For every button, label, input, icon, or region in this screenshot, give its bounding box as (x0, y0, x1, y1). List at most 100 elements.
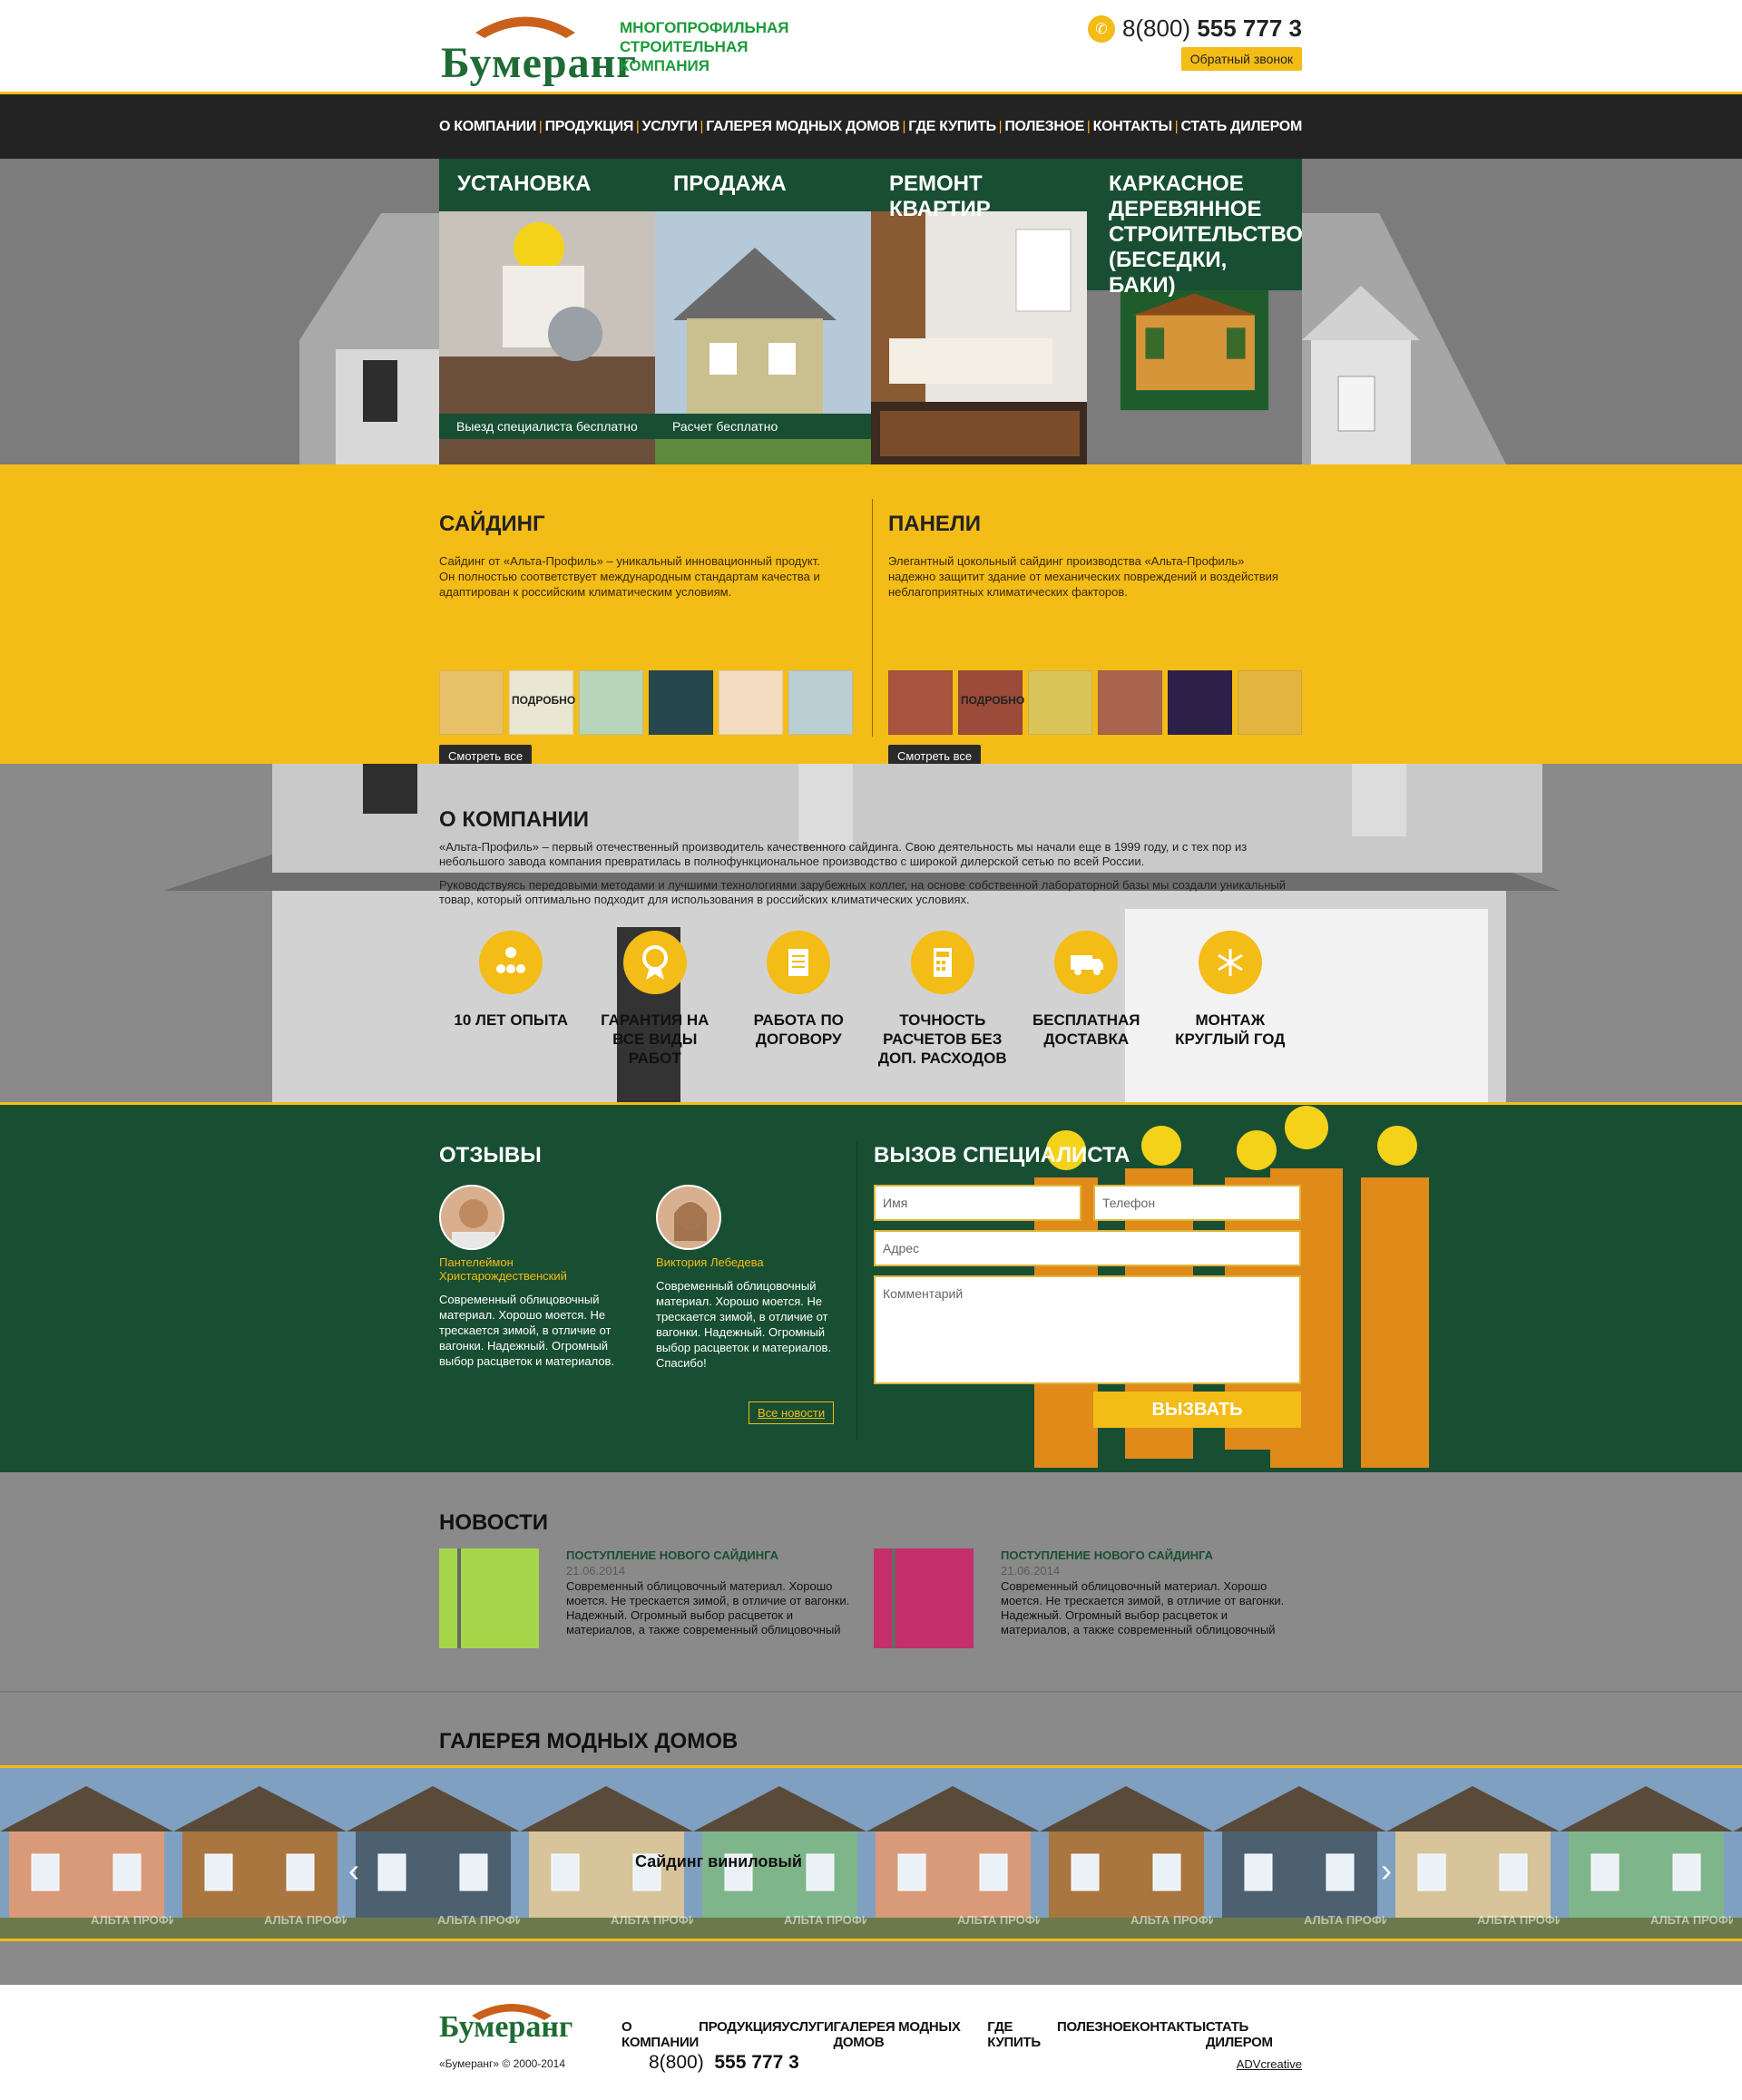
color-swatch[interactable] (888, 670, 953, 735)
gallery-image[interactable]: Альта Профиль (0, 1768, 194, 1939)
footer-nav-item[interactable]: Полезное (1057, 2019, 1131, 2050)
panels-title: Панели (888, 512, 982, 536)
nav-item[interactable]: Контакты (1093, 119, 1173, 135)
gallery-next-arrow-icon[interactable]: › (1368, 1851, 1404, 1890)
phone-number[interactable]: 8(800) 555 777 3 (1122, 15, 1302, 43)
panels-text: Элегантный цокольный сайдинг производств… (888, 554, 1278, 599)
service-tile-sale[interactable]: Продажа Расчет бесплатно (655, 159, 871, 464)
color-swatch[interactable] (1168, 670, 1232, 735)
gallery-image[interactable]: Альта Профиль (173, 1768, 367, 1939)
nav-item[interactable]: Услуги (642, 119, 698, 135)
siding-text: Сайдинг от «Альта-Профиль» – уникальный … (439, 554, 820, 599)
nav-separator: | (1174, 119, 1179, 134)
news-headline[interactable]: Поступление нового сайдинга (566, 1548, 856, 1562)
footer-nav-item[interactable]: Услуги (781, 2019, 833, 2050)
review-text: Современный облицовочный материал. Хорош… (439, 1293, 615, 1368)
all-news-link[interactable]: Все новости (749, 1402, 835, 1424)
news-thumbnail (439, 1548, 539, 1648)
nav-separator: | (902, 119, 906, 134)
call-submit-button[interactable]: Вызвать (1093, 1392, 1301, 1428)
phone-field[interactable]: Телефон (1093, 1185, 1301, 1221)
gallery-carousel[interactable]: Альта Профиль Альта Профиль Альта Профиль А… (0, 1765, 1742, 1941)
color-swatch[interactable]: подробно (509, 670, 575, 735)
nav-item[interactable]: О компании (439, 119, 536, 135)
gallery-caption: Сайдинг виниловый (635, 1852, 802, 1870)
about-section: О компании «Альта-Профиль» – первый отеч… (0, 764, 1742, 1102)
gallery-image[interactable]: Альта Профиль (1040, 1768, 1234, 1939)
reviews-title: Отзывы (439, 1143, 542, 1167)
feature-label: 10 лет опыта (454, 1011, 569, 1029)
gallery-watermark: Альта Профиль (1650, 1913, 1742, 1927)
gallery-image[interactable]: Альта Профиль (866, 1768, 1061, 1939)
address-field[interactable]: Адрес (874, 1230, 1301, 1266)
color-swatch[interactable] (788, 670, 853, 735)
footer-nav-item[interactable]: Галерея модных домов (834, 2019, 988, 2050)
siding-title: Сайдинг (439, 512, 545, 536)
nav-separator: | (538, 119, 543, 134)
developer-credit-link[interactable]: ADVcreative (1237, 2057, 1302, 2071)
nav-item[interactable]: Продукция (545, 119, 634, 135)
color-swatch[interactable] (649, 670, 713, 735)
color-swatch[interactable] (579, 670, 643, 735)
about-title: О компании (439, 807, 590, 832)
footer-logo-text: Бумеранг (439, 2010, 573, 2044)
snowflake-icon (1198, 931, 1262, 994)
panels-block: Панели Элегантный цокольный сайдинг прои… (888, 512, 1306, 767)
footer-nav-item[interactable]: О компании (621, 2019, 699, 2050)
color-swatch[interactable] (1098, 670, 1162, 735)
site-footer: Бумеранг «Бумеранг» © 2000-2014 О компан… (0, 1985, 1742, 2100)
about-paragraph: «Альта-Профиль» – первый отечественный п… (439, 840, 1248, 868)
logo-text: Бумеранг (441, 39, 638, 87)
news-date: 21.06.2014 (566, 1564, 626, 1577)
service-tile-installation[interactable]: Установка Выезд специалиста бесплатно (439, 159, 655, 464)
avatar (656, 1185, 721, 1250)
color-swatch[interactable] (1028, 670, 1092, 735)
gallery-image[interactable]: Альта Профиль (1560, 1768, 1742, 1939)
reviews-call-section: Отзывы Пантелеймон Христарождественский … (0, 1102, 1742, 1472)
footer-nav-item[interactable]: Контакты (1131, 2019, 1206, 2050)
service-caption: Выезд специалиста бесплатно (439, 414, 655, 439)
nav-item[interactable]: Где купить (908, 119, 996, 135)
footer-phone[interactable]: 8(800) 555 777 3 (649, 2052, 799, 2074)
news-section: Новости Поступление нового сайдинга 21.0… (0, 1472, 1742, 1693)
gallery-image[interactable]: Альта Профиль (1213, 1768, 1407, 1939)
gallery-image[interactable]: Альта Профиль (1733, 1768, 1742, 1939)
gallery-title: Галерея модных домов (439, 1729, 739, 1753)
gallery-image[interactable]: Альта Профиль (347, 1768, 541, 1939)
footer-nav-item[interactable]: Стать дилером (1206, 2019, 1302, 2050)
review-text: Современный облицовочный материал. Хорош… (656, 1279, 832, 1370)
logo[interactable]: Бумеранг (439, 5, 636, 89)
footer-logo[interactable]: Бумеранг (439, 1996, 584, 2055)
footer-nav-item[interactable]: Где купить (987, 2019, 1057, 2050)
feature-item: Точность расчетов без доп. расходов (875, 931, 1011, 1068)
feature-item: 10 лет опыта (443, 931, 579, 1068)
service-tile-timber[interactable]: Каркасное деревянное строительство (бесе… (1087, 159, 1302, 464)
nav-item[interactable]: Полезное (1004, 119, 1084, 135)
callback-button[interactable]: Обратный звонок (1180, 47, 1302, 71)
nav-item[interactable]: Стать дилером (1180, 119, 1302, 135)
service-tile-renovation[interactable]: Ремонт квартир (871, 159, 1087, 464)
site-header: Бумеранг Многопрофильная строительная ко… (0, 0, 1742, 92)
feature-item: Гарантия на все виды работ (587, 931, 723, 1068)
name-field[interactable]: Имя (874, 1185, 1081, 1221)
products-section: Сайдинг Сайдинг от «Альта-Профиль» – уни… (0, 464, 1742, 767)
feature-item: Бесплатная доставка (1018, 931, 1154, 1068)
comment-field[interactable]: Комментарий (874, 1275, 1301, 1384)
color-swatch[interactable] (439, 670, 504, 735)
nav-item[interactable]: Галерея модных домов (706, 119, 900, 135)
reviewer-name: Пантелеймон Христарождественский (439, 1255, 567, 1283)
review-card: Виктория Лебедева Современный облицовочн… (656, 1185, 837, 1371)
news-headline[interactable]: Поступление нового сайдинга (1001, 1548, 1291, 1562)
reviewer-name: Виктория Лебедева (656, 1255, 764, 1269)
swatch-more-label[interactable]: подробно (961, 694, 1024, 707)
footer-nav-item[interactable]: Продукция (699, 2019, 782, 2050)
color-swatch[interactable]: подробно (958, 670, 1024, 735)
news-title: Новости (439, 1510, 549, 1535)
nav-separator: | (998, 119, 1003, 134)
gallery-prev-arrow-icon[interactable]: ‹ (336, 1851, 372, 1890)
color-swatch[interactable] (719, 670, 783, 735)
swatch-more-label[interactable]: подробно (512, 694, 575, 707)
main-nav: О компании | Продукция | Услуги | Галерея модн… (0, 92, 1742, 159)
color-swatch[interactable] (1238, 670, 1302, 735)
gallery-image[interactable]: Альта Профиль (1386, 1768, 1581, 1939)
